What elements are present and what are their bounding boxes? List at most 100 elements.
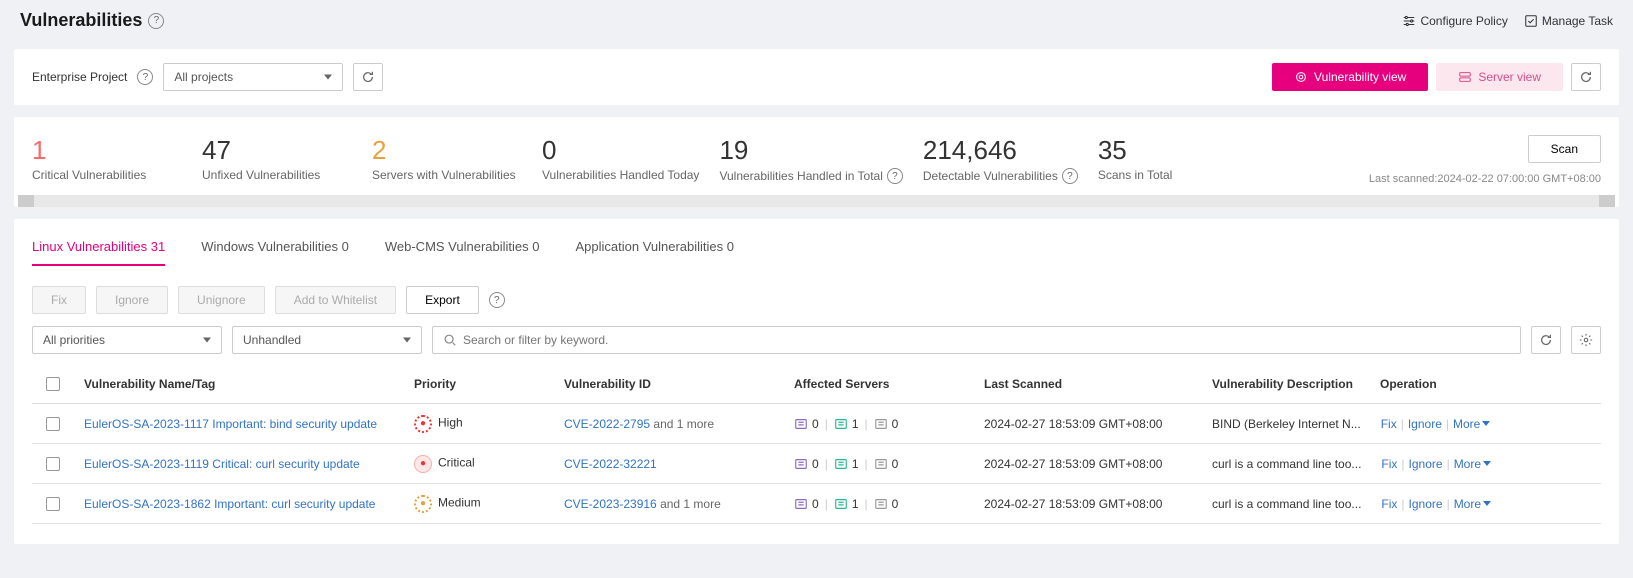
table-header: Vulnerability Name/Tag Priority Vulnerab… [32, 364, 1601, 404]
vuln-name-link[interactable]: EulerOS-SA-2023-1119 Critical: curl secu… [84, 457, 360, 471]
col-desc: Vulnerability Description [1202, 369, 1370, 399]
search-input[interactable] [463, 333, 1510, 347]
scan-button[interactable]: Scan [1528, 135, 1601, 163]
server-total-icon [794, 497, 808, 511]
page-header: Vulnerabilities ? Configure Policy Manag… [0, 0, 1633, 49]
server-affected-icon [834, 417, 848, 431]
aff-fixed: 0 [892, 417, 899, 431]
vuln-type-tabs: Linux Vulnerabilities 31 Windows Vulnera… [32, 239, 1601, 266]
vulnerability-view-button[interactable]: Vulnerability view [1272, 63, 1428, 91]
col-id: Vulnerability ID [554, 369, 784, 399]
configure-policy-link[interactable]: Configure Policy [1402, 14, 1507, 28]
stat-servers: 2 Servers with Vulnerabilities [372, 135, 522, 182]
tab-application[interactable]: Application Vulnerabilities 0 [575, 239, 734, 266]
vuln-name-link[interactable]: EulerOS-SA-2023-1862 Important: curl sec… [84, 497, 375, 511]
vuln-name-link[interactable]: EulerOS-SA-2023-1117 Important: bind sec… [84, 417, 377, 431]
export-button[interactable]: Export [406, 286, 479, 314]
stat-critical-label: Critical Vulnerabilities [32, 168, 146, 182]
priority-icon: ● [414, 415, 432, 433]
stat-servers-label: Servers with Vulnerabilities [372, 168, 516, 182]
stat-unfixed-label: Unfixed Vulnerabilities [202, 168, 320, 182]
priority-label: Medium [438, 495, 481, 509]
table-row: EulerOS-SA-2023-1862 Important: curl sec… [32, 484, 1601, 524]
stat-unfixed: 47 Unfixed Vulnerabilities [202, 135, 352, 182]
server-view-label: Server view [1478, 70, 1541, 84]
server-fixed-icon [874, 417, 888, 431]
last-scanned-cell: 2024-02-27 18:53:09 GMT+08:00 [974, 489, 1202, 519]
vuln-id-link[interactable]: CVE-2023-23916 [564, 497, 657, 511]
help-icon[interactable]: ? [148, 13, 164, 29]
row-checkbox[interactable] [46, 417, 60, 431]
row-fix-link[interactable]: Fix [1381, 497, 1397, 511]
last-scanned-cell: 2024-02-27 18:53:09 GMT+08:00 [974, 409, 1202, 439]
refresh-button[interactable] [353, 63, 383, 91]
fix-button[interactable]: Fix [32, 286, 86, 314]
table-row: EulerOS-SA-2023-1117 Important: bind sec… [32, 404, 1601, 444]
manage-task-link[interactable]: Manage Task [1524, 14, 1613, 28]
tab-linux[interactable]: Linux Vulnerabilities 31 [32, 239, 165, 266]
vuln-id-link[interactable]: CVE-2022-32221 [564, 457, 657, 471]
status-filter-select[interactable]: Unhandled [232, 326, 422, 354]
top-filter-panel: Enterprise Project ? All projects Vulner… [14, 49, 1619, 105]
refresh-icon [361, 70, 375, 84]
enterprise-project-select[interactable]: All projects [163, 63, 343, 91]
col-scanned: Last Scanned [974, 369, 1202, 399]
stat-scans: 35 Scans in Total [1098, 135, 1248, 182]
aff-total: 0 [812, 417, 819, 431]
row-checkbox[interactable] [46, 457, 60, 471]
unignore-button[interactable]: Unignore [178, 286, 265, 314]
table-row: EulerOS-SA-2023-1119 Critical: curl secu… [32, 444, 1601, 484]
table-filter-row: All priorities Unhandled [32, 326, 1601, 354]
tab-webcms[interactable]: Web-CMS Vulnerabilities 0 [385, 239, 540, 266]
stat-detectable: 214,646 Detectable Vulnerabilities ? [923, 135, 1078, 184]
help-icon[interactable]: ? [489, 292, 505, 308]
configure-policy-label: Configure Policy [1420, 14, 1507, 28]
server-view-button[interactable]: Server view [1436, 63, 1563, 91]
help-icon[interactable]: ? [1062, 168, 1078, 184]
row-more-menu[interactable]: More [1453, 417, 1490, 431]
row-ignore-link[interactable]: Ignore [1409, 497, 1443, 511]
row-fix-link[interactable]: Fix [1381, 457, 1397, 471]
enterprise-project-label: Enterprise Project [32, 70, 127, 84]
col-op: Operation [1370, 369, 1540, 399]
last-scanned-cell: 2024-02-27 18:53:09 GMT+08:00 [974, 449, 1202, 479]
row-ignore-link[interactable]: Ignore [1408, 417, 1442, 431]
vulnerability-view-label: Vulnerability view [1314, 70, 1406, 84]
refresh-table-button[interactable] [1531, 326, 1561, 354]
server-fixed-icon [874, 497, 888, 511]
col-affected: Affected Servers [784, 369, 974, 399]
stat-unfixed-value: 47 [202, 135, 352, 166]
last-scanned-text: Last scanned:2024-02-22 07:00:00 GMT+08:… [1369, 173, 1601, 185]
gear-icon [1579, 333, 1593, 347]
description-cell: curl is a command line too... [1212, 497, 1361, 511]
col-name: Vulnerability Name/Tag [74, 369, 404, 399]
priority-label: Critical [438, 455, 475, 469]
aff-count: 1 [852, 417, 859, 431]
row-more-menu[interactable]: More [1454, 497, 1491, 511]
add-whitelist-button[interactable]: Add to Whitelist [275, 286, 396, 314]
settings-table-button[interactable] [1571, 326, 1601, 354]
ignore-button[interactable]: Ignore [96, 286, 168, 314]
server-total-icon [794, 457, 808, 471]
vuln-id-link[interactable]: CVE-2022-2795 [564, 417, 650, 431]
description-cell: BIND (Berkeley Internet N... [1212, 417, 1361, 431]
priority-filter-select[interactable]: All priorities [32, 326, 222, 354]
target-icon [1294, 70, 1308, 84]
row-ignore-link[interactable]: Ignore [1409, 457, 1443, 471]
stats-panel: 1 Critical Vulnerabilities 47 Unfixed Vu… [14, 117, 1619, 207]
refresh-view-button[interactable] [1571, 63, 1601, 91]
aff-total: 0 [812, 457, 819, 471]
row-more-menu[interactable]: More [1454, 457, 1491, 471]
aff-fixed: 0 [892, 457, 899, 471]
tab-windows[interactable]: Windows Vulnerabilities 0 [201, 239, 349, 266]
help-icon[interactable]: ? [137, 69, 153, 85]
stat-servers-value: 2 [372, 135, 522, 166]
help-icon[interactable]: ? [887, 168, 903, 184]
col-priority: Priority [404, 369, 554, 399]
row-fix-link[interactable]: Fix [1381, 417, 1397, 431]
search-box[interactable] [432, 326, 1521, 354]
row-checkbox[interactable] [46, 497, 60, 511]
stat-critical-value: 1 [32, 135, 182, 166]
select-all-checkbox[interactable] [46, 377, 60, 391]
horizontal-scrollbar[interactable] [18, 195, 1615, 207]
